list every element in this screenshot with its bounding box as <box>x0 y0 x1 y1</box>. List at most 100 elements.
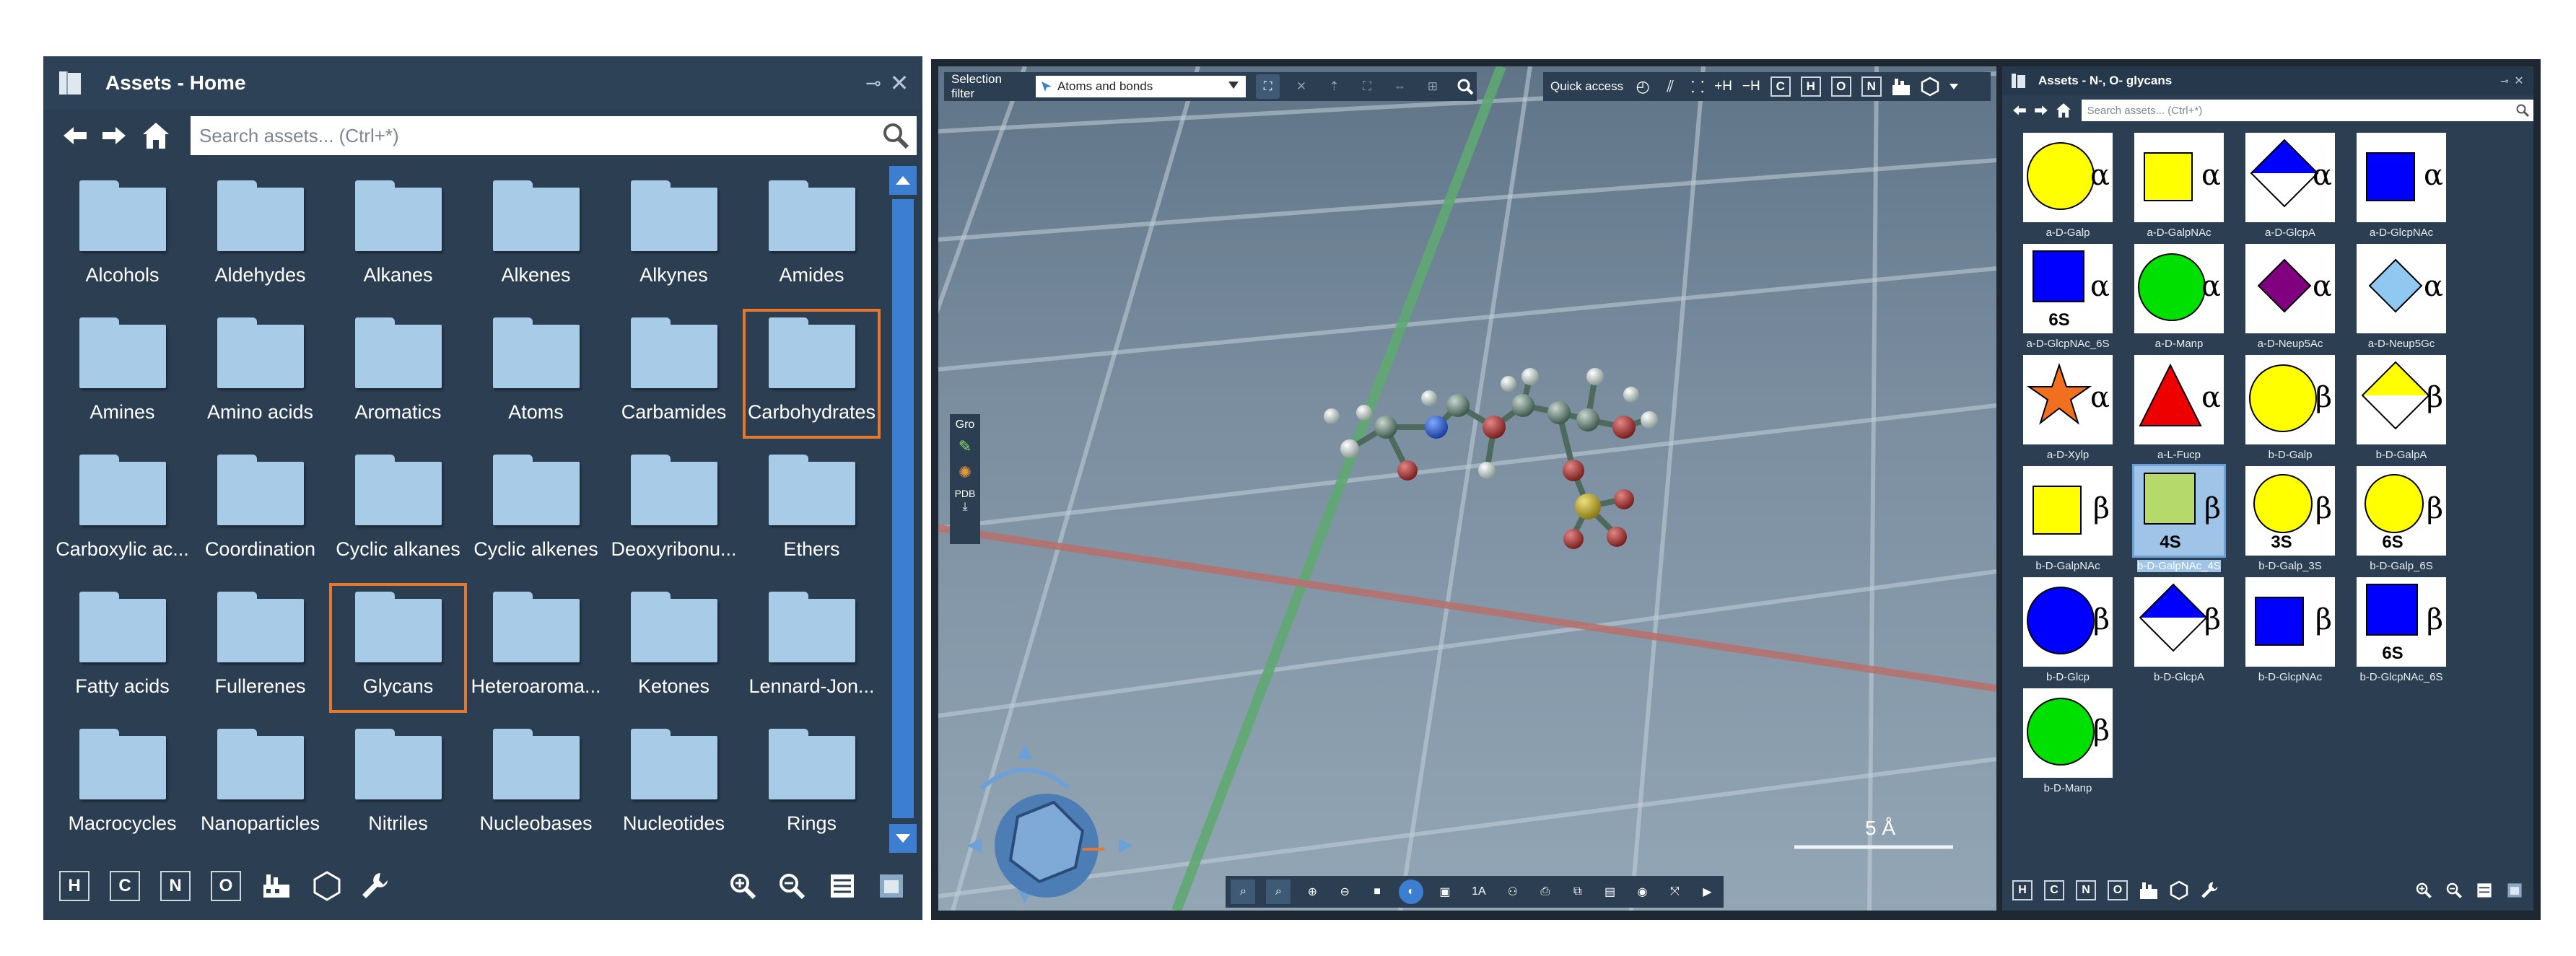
icon-view-icon[interactable] <box>875 869 908 903</box>
glycan-tile[interactable]: α a-L-Fucp <box>2123 355 2235 466</box>
list-view-icon[interactable] <box>826 869 859 903</box>
folder-item[interactable]: Aldehydes <box>191 172 329 302</box>
lighting-icon[interactable]: ⚇ <box>1502 881 1524 903</box>
glycan-tile[interactable]: α a-D-Neup5Ac <box>2235 244 2346 355</box>
speed-icon[interactable]: ◴ <box>1632 76 1654 97</box>
zoom-fit-icon[interactable]: ⌕ <box>1231 880 1256 904</box>
atom-tool-icon[interactable]: ⸬ <box>1687 76 1708 97</box>
viewport-search-icon[interactable] <box>1454 75 1477 98</box>
scroll-down-button[interactable] <box>889 824 917 853</box>
quick-h-button[interactable]: H <box>1800 76 1821 97</box>
add-hydrogens-button[interactable]: +H <box>1714 79 1732 95</box>
quick-menu-chevron-icon[interactable] <box>1947 76 1961 97</box>
folder-item[interactable]: Atoms <box>467 309 605 439</box>
folder-item[interactable]: Coordination <box>191 446 329 576</box>
folder-item[interactable]: Carbamides <box>605 309 743 439</box>
remove-hydrogens-button[interactable]: −H <box>1742 79 1760 95</box>
wrench-icon[interactable] <box>358 869 391 903</box>
glycans-home-icon[interactable] <box>2054 101 2073 120</box>
pdb-button[interactable]: PDB <box>955 488 976 499</box>
home-icon[interactable] <box>139 118 173 153</box>
folder-item[interactable]: Alkanes <box>329 172 467 302</box>
viewport-3d[interactable]: Selection filter Atoms and bonds ⛶ ✕ ⇡ ⛶… <box>938 66 1996 911</box>
add-o-button[interactable]: O <box>211 871 241 901</box>
folder-item[interactable]: Amines <box>53 309 191 439</box>
deselect-icon[interactable]: ✕ <box>1290 75 1312 98</box>
scroll-thumb[interactable] <box>892 199 914 818</box>
fullscreen-view-icon[interactable]: ▤ <box>1599 881 1621 903</box>
select-expand-icon[interactable]: ⛶ <box>1355 75 1378 98</box>
quick-c-button[interactable]: C <box>1770 76 1791 97</box>
pdb-download-icon[interactable]: ⤓ <box>954 499 976 515</box>
folder-item[interactable]: Alkenes <box>467 172 605 302</box>
quick-o-button[interactable]: O <box>1830 76 1851 97</box>
ortho-view-icon[interactable]: ■ <box>1366 881 1388 903</box>
folder-item[interactable]: Fullerenes <box>191 583 329 713</box>
folder-item[interactable]: Amino acids <box>191 309 329 439</box>
glycan-tile[interactable]: β b-D-Glcp <box>2012 577 2123 688</box>
folder-item[interactable]: Lennard-Jon... <box>743 583 881 713</box>
side-tool-label[interactable]: Gro <box>956 418 975 431</box>
search-input[interactable]: Search assets... (Ctrl+*) <box>191 116 917 155</box>
folder-item[interactable]: Alkynes <box>605 172 743 302</box>
folder-item[interactable]: Alcohols <box>53 172 191 302</box>
folder-item[interactable]: Cyclic alkanes <box>329 446 467 576</box>
folder-item[interactable]: Nanoparticles <box>191 720 329 850</box>
folder-item[interactable]: Nucleotides <box>605 720 743 850</box>
folder-item[interactable]: Fatty acids <box>53 583 191 713</box>
glycan-tile[interactable]: β 3S b-D-Galp_3S <box>2235 466 2346 577</box>
glycans-search-icon[interactable] <box>2515 102 2531 118</box>
folder-item[interactable]: Cyclic alkenes <box>467 446 605 576</box>
folder-item[interactable]: Heteroaroma... <box>467 583 605 713</box>
vp-zoom-out-icon[interactable]: ⊖ <box>1334 881 1355 903</box>
add-h-button[interactable]: H <box>59 871 89 901</box>
glycans-add-n-button[interactable]: N <box>2076 880 2096 900</box>
side-tool-brush-icon[interactable]: ✎ <box>954 436 976 457</box>
glycans-hexagon-icon[interactable] <box>2168 880 2190 901</box>
folder-item[interactable]: Macrocycles <box>53 720 191 850</box>
play-icon[interactable]: ▶ <box>1696 881 1718 903</box>
measure-icon[interactable]: 1A <box>1467 881 1491 903</box>
glycans-forward-icon[interactable] <box>2033 102 2050 119</box>
glycan-tile[interactable]: β 4S b-D-GalpNAc_4S <box>2123 464 2235 577</box>
folder-item[interactable]: Amides <box>743 172 881 302</box>
glycans-zoom-in-icon[interactable] <box>2414 880 2434 900</box>
bond-tool-icon[interactable]: ⫽ <box>1659 76 1681 97</box>
glycan-tile[interactable]: α 6S a-D-GlcpNAc_6S <box>2012 244 2123 355</box>
glycans-close-icon[interactable]: ✕ <box>2512 74 2526 88</box>
folder-item[interactable]: Carboxylic ac... <box>53 446 191 576</box>
glycan-tile[interactable]: α a-D-Galp <box>2012 133 2123 244</box>
folder-item[interactable]: Deoxyribonu... <box>605 446 743 576</box>
factory-icon[interactable] <box>260 869 293 903</box>
glycans-add-o-button[interactable]: O <box>2108 880 2128 900</box>
glycan-tile[interactable]: β b-D-Manp <box>2012 688 2123 799</box>
visibility-eye-icon[interactable]: ◉ <box>1632 881 1654 903</box>
glycan-tile[interactable]: α a-D-Manp <box>2123 244 2235 355</box>
folder-item[interactable]: Rings <box>743 720 881 850</box>
glycans-icon-view-icon[interactable] <box>2505 880 2525 900</box>
glycan-tile[interactable]: β b-D-GlcpA <box>2123 577 2235 688</box>
selection-filter-select[interactable]: Atoms and bonds <box>1035 76 1246 97</box>
folder-item[interactable]: Carbohydrates <box>743 309 881 439</box>
folder-item[interactable]: Nucleobases <box>467 720 605 850</box>
glycan-tile[interactable]: α a-D-GlcpA <box>2235 133 2346 244</box>
flat-shading-icon[interactable]: ▣ <box>1434 881 1456 903</box>
add-n-button[interactable]: N <box>160 871 191 901</box>
camera-icon[interactable]: ⎙ <box>1534 881 1556 903</box>
glycan-tile[interactable]: β 6S b-D-GlcpNAc_6S <box>2346 577 2457 688</box>
glycans-add-h-button[interactable]: H <box>2012 880 2033 900</box>
glycan-tile[interactable]: β b-D-GlcpNAc <box>2235 577 2346 688</box>
glycans-list-view-icon[interactable] <box>2474 880 2494 900</box>
glycans-factory-icon[interactable] <box>2138 880 2160 901</box>
forward-arrow-icon[interactable] <box>98 120 130 152</box>
glycans-wrench-icon[interactable] <box>2199 880 2220 901</box>
scrollbar[interactable] <box>889 166 917 853</box>
perspective-view-icon[interactable]: ◐ <box>1399 880 1424 904</box>
glycan-tile[interactable]: α a-D-Xylp <box>2012 355 2123 466</box>
back-arrow-icon[interactable] <box>59 120 91 152</box>
quick-hexagon-icon[interactable] <box>1919 76 1941 97</box>
select-atoms-icon[interactable]: ⛶ <box>1255 74 1280 99</box>
select-shrink-icon[interactable]: ⇔ <box>1389 75 1411 98</box>
zoom-in-icon[interactable] <box>726 869 759 903</box>
folder-item[interactable]: Glycans <box>329 583 467 713</box>
